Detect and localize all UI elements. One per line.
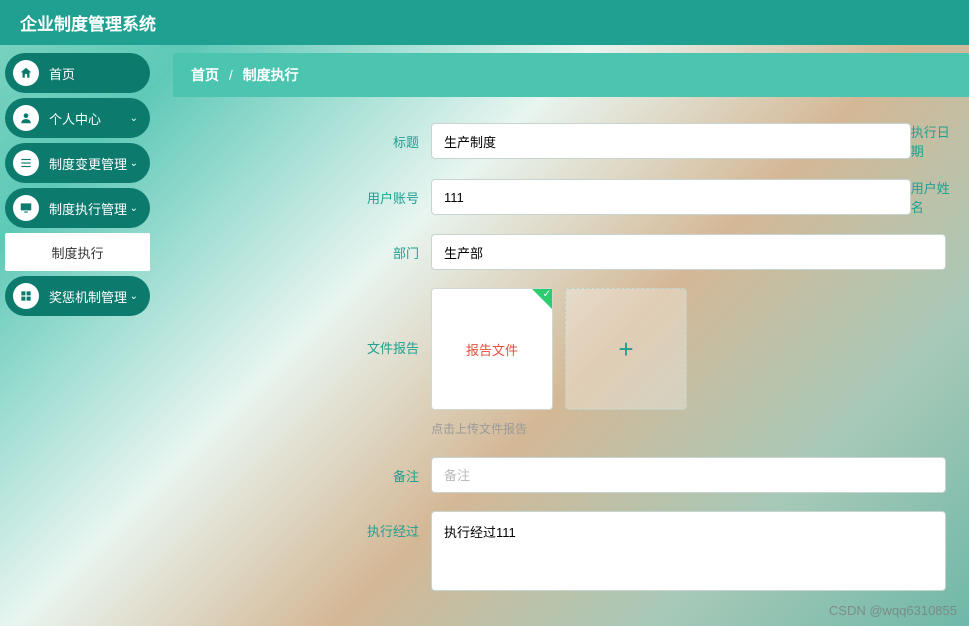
- form-row-department: 部门: [173, 234, 969, 270]
- chevron-down-icon: ⌄: [130, 113, 138, 124]
- list-icon: [13, 150, 39, 176]
- form-row-remark: 备注: [173, 457, 969, 493]
- label-file: 文件报告: [173, 288, 431, 357]
- sidebar-item-label: 个人中心: [49, 109, 101, 128]
- sidebar-item-change[interactable]: 制度变更管理 ⌄: [5, 143, 150, 183]
- uploaded-file-card[interactable]: 报告文件: [431, 288, 553, 410]
- sidebar-item-label: 制度执行管理: [49, 199, 127, 218]
- label-exec-date: 执行日期: [911, 122, 969, 160]
- breadcrumb-home[interactable]: 首页: [191, 67, 219, 83]
- sidebar-item-label: 奖惩机制管理: [49, 287, 127, 306]
- chevron-down-icon: ⌄: [130, 203, 138, 214]
- chevron-down-icon: ⌄: [130, 291, 138, 302]
- sidebar-item-execution[interactable]: 制度执行管理 ⌄: [5, 188, 150, 228]
- add-file-button[interactable]: +: [565, 288, 687, 410]
- app-header: 企业制度管理系统: [0, 0, 969, 45]
- sidebar-subitem-execution[interactable]: 制度执行: [5, 233, 150, 271]
- input-remark[interactable]: [431, 457, 946, 493]
- home-icon: [13, 60, 39, 86]
- sidebar-item-personal[interactable]: 个人中心 ⌄: [5, 98, 150, 138]
- sidebar-subitem-label: 制度执行: [51, 243, 103, 262]
- textarea-process[interactable]: [431, 511, 946, 591]
- chevron-down-icon: ⌄: [130, 158, 138, 169]
- form-area: 标题 执行日期 用户账号 用户姓名 部门 文件报告 报告文件: [173, 97, 969, 591]
- sidebar-item-label: 制度变更管理: [49, 154, 127, 173]
- label-title: 标题: [173, 132, 431, 151]
- main-content: 首页 / 制度执行 标题 执行日期 用户账号 用户姓名 部门 文件报告: [155, 45, 969, 626]
- input-department[interactable]: [431, 234, 946, 270]
- label-remark: 备注: [173, 466, 431, 485]
- label-account: 用户账号: [173, 188, 431, 207]
- watermark: CSDN @wqq6310855: [829, 603, 957, 618]
- breadcrumb: 首页 / 制度执行: [173, 53, 969, 97]
- input-title[interactable]: [431, 123, 911, 159]
- sidebar-item-label: 首页: [49, 64, 75, 83]
- form-row-file: 文件报告 报告文件 +: [173, 288, 969, 410]
- breadcrumb-separator: /: [229, 67, 233, 83]
- label-user-name: 用户姓名: [911, 178, 969, 216]
- upload-hint-row: 点击上传文件报告: [173, 420, 969, 437]
- user-icon: [13, 105, 39, 131]
- app-title: 企业制度管理系统: [20, 10, 156, 35]
- form-row-account: 用户账号 用户姓名: [173, 178, 969, 216]
- form-row-process: 执行经过: [173, 511, 969, 591]
- form-row-title: 标题 执行日期: [173, 122, 969, 160]
- plus-icon: +: [618, 334, 633, 365]
- sidebar-item-home[interactable]: 首页: [5, 53, 150, 93]
- breadcrumb-current: 制度执行: [243, 67, 299, 83]
- input-account[interactable]: [431, 179, 911, 215]
- main-container: 首页 个人中心 ⌄ 制度变更管理 ⌄ 制度执行管理 ⌄ 制度执行: [0, 45, 969, 626]
- upload-hint: 点击上传文件报告: [431, 420, 527, 437]
- label-department: 部门: [173, 243, 431, 262]
- sidebar-item-reward[interactable]: 奖惩机制管理 ⌄: [5, 276, 150, 316]
- sidebar: 首页 个人中心 ⌄ 制度变更管理 ⌄ 制度执行管理 ⌄ 制度执行: [0, 45, 155, 626]
- grid-icon: [13, 283, 39, 309]
- check-icon: [532, 289, 552, 309]
- monitor-icon: [13, 195, 39, 221]
- file-name: 报告文件: [466, 340, 518, 359]
- label-process: 执行经过: [173, 511, 431, 540]
